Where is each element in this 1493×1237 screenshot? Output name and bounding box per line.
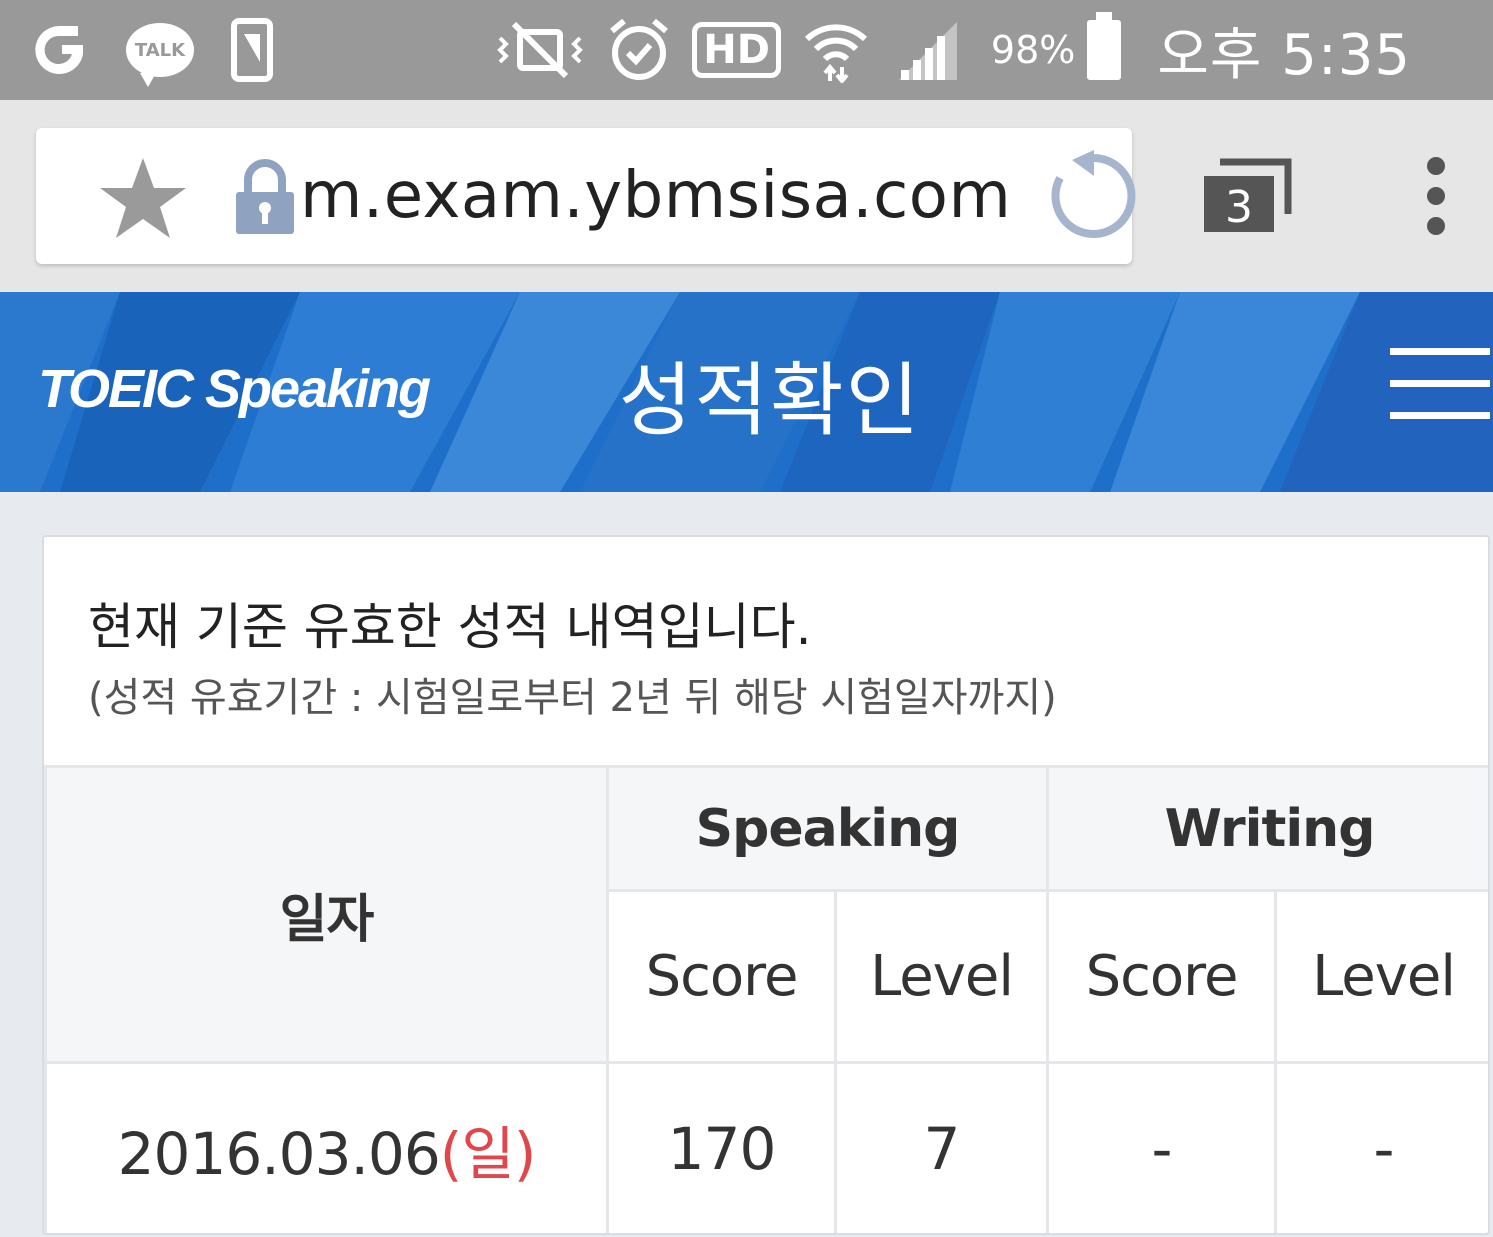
- header-date: 일자: [44, 765, 609, 1064]
- status-clock: 오후 5:35: [1157, 22, 1411, 88]
- card-title: 현재 기준 유효한 성적 내역입니다.: [88, 598, 812, 656]
- header-writing-score: Score: [1046, 889, 1277, 1064]
- header-writing-level: Level: [1274, 889, 1488, 1064]
- exam-day: (일): [439, 1119, 537, 1188]
- app-header: TOEIC Speaking 성적확인: [0, 292, 1493, 492]
- address-bar[interactable]: m.exam.ybmsisa.com: [36, 128, 1136, 264]
- bookmark-star-icon[interactable]: [96, 154, 190, 246]
- cell-speaking-level: 7: [834, 1061, 1049, 1233]
- url-text[interactable]: m.exam.ybmsisa.com: [300, 158, 1011, 234]
- g-app-icon: [28, 21, 90, 79]
- hd-label: HD: [692, 22, 781, 78]
- phone-screen-icon: [230, 18, 274, 82]
- notification-icons: TALK: [28, 14, 274, 87]
- tab-count: 3: [1225, 182, 1253, 233]
- header-speaking-level: Level: [834, 889, 1049, 1064]
- card-subtitle: (성적 유효기간 : 시험일로부터 2년 뒤 해당 시험일자까지): [88, 675, 1057, 721]
- battery-percent: 98%: [990, 28, 1076, 72]
- wifi-icon: [803, 17, 869, 83]
- table-header-row: 일자 Speaking Writing: [44, 765, 1488, 1064]
- hamburger-menu-icon[interactable]: [1390, 348, 1490, 420]
- status-bar: TALK HD 98% 오후 5:35: [0, 0, 1493, 100]
- vibrate-mute-icon: [494, 18, 586, 82]
- header-speaking-score: Score: [606, 889, 837, 1064]
- page-title: 성적확인: [618, 354, 922, 447]
- lock-icon: [232, 158, 298, 242]
- reload-icon[interactable]: [1048, 150, 1140, 246]
- header-speaking: Speaking: [606, 765, 1049, 892]
- talk-label: TALK: [126, 23, 194, 87]
- cell-date: 2016.03.06(일): [44, 1061, 609, 1233]
- battery-icon: [1087, 12, 1122, 80]
- hd-voice-icon: HD: [692, 22, 781, 78]
- score-card: 현재 기준 유효한 성적 내역입니다. (성적 유효기간 : 시험일로부터 2년…: [42, 535, 1490, 1235]
- alarm-icon: [608, 17, 670, 83]
- system-icons: HD 98% 오후 5:35: [494, 10, 1411, 90]
- overflow-menu-icon[interactable]: [1420, 156, 1452, 240]
- cell-writing-score: -: [1046, 1061, 1277, 1233]
- cell-writing-level: -: [1274, 1061, 1488, 1233]
- browser-toolbar: m.exam.ybmsisa.com 3: [0, 100, 1493, 292]
- table-row: 2016.03.06(일) 170 7 - -: [44, 1061, 1488, 1233]
- exam-date: 2016.03.06: [117, 1119, 441, 1188]
- header-writing: Writing: [1046, 765, 1488, 892]
- kakao-talk-icon: TALK: [126, 23, 194, 87]
- toeic-speaking-logo[interactable]: TOEIC Speaking: [38, 358, 431, 420]
- score-table: 일자 Speaking Writing Score Level Score Le…: [44, 765, 1488, 1233]
- tab-switcher-button[interactable]: 3: [1200, 156, 1296, 240]
- cell-speaking-score: 170: [606, 1061, 837, 1233]
- signal-icon: [895, 18, 961, 82]
